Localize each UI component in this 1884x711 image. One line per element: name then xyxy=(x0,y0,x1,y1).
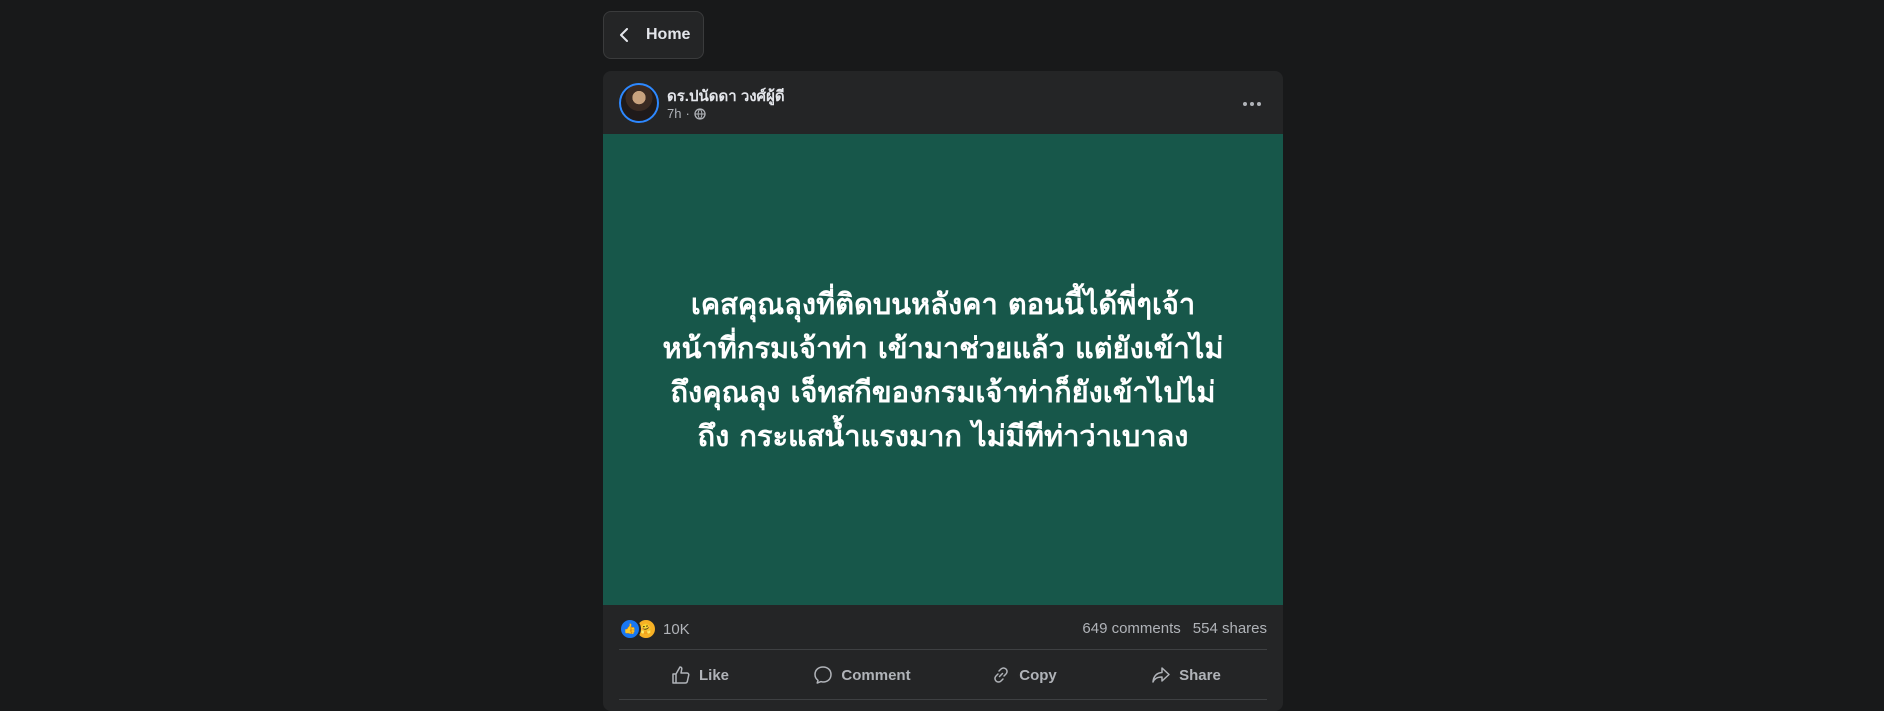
like-button[interactable]: Like xyxy=(619,653,781,697)
post-meta: 7h · xyxy=(667,106,706,121)
post-text-line: หน้าที่กรมเจ้าท่า เข้ามาช่วยแล้ว แต่ยังเ… xyxy=(662,330,1224,365)
more-dot-icon xyxy=(1243,102,1247,106)
globe-icon xyxy=(694,107,706,120)
copy-label: Copy xyxy=(1019,666,1057,684)
comments-count[interactable]: 649 comments xyxy=(1082,620,1180,637)
meta-separator: · xyxy=(685,106,690,121)
more-dot-icon xyxy=(1257,102,1261,106)
post-text-background: เคสคุณลุงที่ติดบนหลังคา ตอนนี้ได้พี่ๆเจ้… xyxy=(603,134,1283,605)
post-actions: Like Comment Copy Share xyxy=(619,653,1267,697)
comment-label: Comment xyxy=(841,666,911,684)
post-text-line: ถึง กระแสน้ำแรงมาก ไม่มีทีท่าว่าเบาลง xyxy=(697,418,1189,453)
post-text: เคสคุณลุงที่ติดบนหลังคา ตอนนี้ได้พี่ๆเจ้… xyxy=(653,282,1233,458)
post-text-line: ถึงคุณลุง เจ็ทสกีของกรมเจ้าท่าก็ยังเข้าไ… xyxy=(670,374,1216,409)
post-time[interactable]: 7h xyxy=(667,106,681,121)
more-dot-icon xyxy=(1250,102,1254,106)
comment-bubble-icon xyxy=(814,666,833,684)
like-icon: 👍 xyxy=(619,618,641,640)
author-avatar[interactable] xyxy=(619,83,659,123)
thumbs-up-icon xyxy=(672,666,690,684)
comment-button[interactable]: Comment xyxy=(781,653,943,697)
chevron-left-icon xyxy=(620,28,628,42)
reaction-count: 10K xyxy=(663,620,690,638)
engagement-counts: 649 comments 554 shares xyxy=(1082,620,1267,637)
more-options-button[interactable] xyxy=(1237,89,1267,119)
post-header: ดร.ปนัดดา วงศ์ผู้ดี 7h · xyxy=(603,71,1283,134)
post-text-line: เคสคุณลุงที่ติดบนหลังคา ตอนนี้ได้พี่ๆเจ้… xyxy=(690,286,1196,321)
shares-count[interactable]: 554 shares xyxy=(1193,620,1267,637)
share-arrow-icon xyxy=(1152,667,1170,683)
home-button[interactable]: Home xyxy=(603,11,704,59)
like-label: Like xyxy=(698,666,729,684)
copy-button[interactable]: Copy xyxy=(943,653,1105,697)
home-button-label: Home xyxy=(646,26,691,43)
link-icon xyxy=(994,667,1009,683)
post-stats: 👍 🤗 10K 649 comments 554 shares xyxy=(603,605,1283,648)
author-name[interactable]: ดร.ปนัดดา วงศ์ผู้ดี xyxy=(667,84,785,108)
share-label: Share xyxy=(1179,666,1221,684)
divider xyxy=(619,699,1267,700)
divider xyxy=(619,649,1267,650)
share-button[interactable]: Share xyxy=(1105,653,1267,697)
reactions-summary[interactable]: 👍 🤗 10K xyxy=(619,618,690,640)
post-card: ดร.ปนัดดา วงศ์ผู้ดี 7h · เคสคุณลุงที่ติด… xyxy=(603,71,1283,711)
